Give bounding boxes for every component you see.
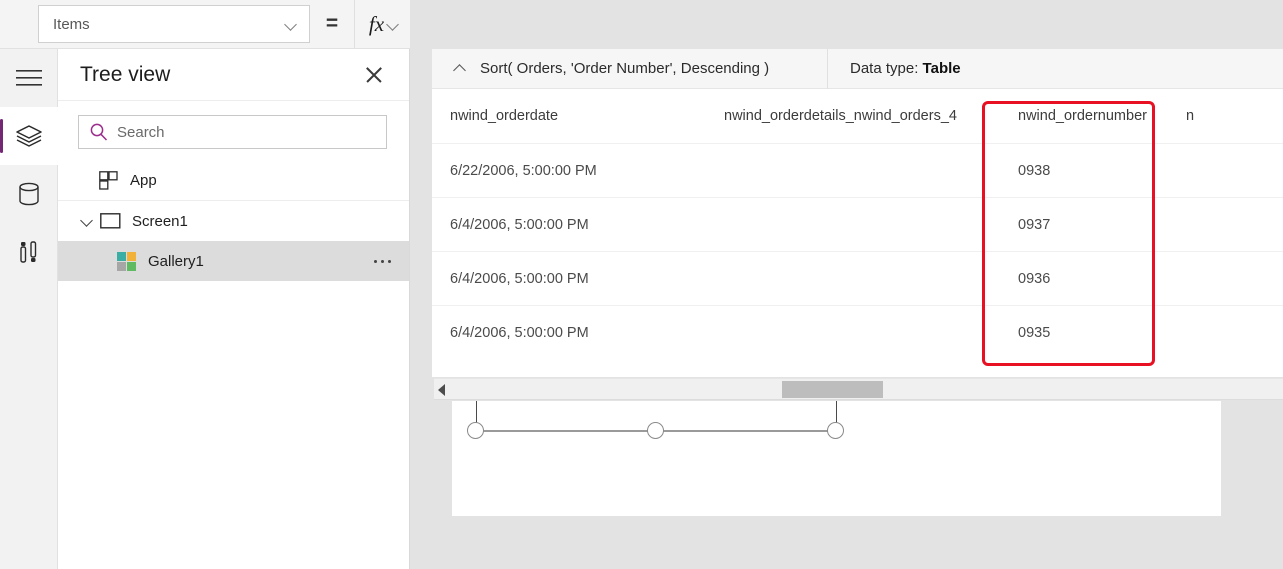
screen-icon	[99, 213, 121, 229]
data-preview-table: nwind_orderdate nwind_orderdetails_nwind…	[432, 89, 1283, 377]
search-box[interactable]: Search	[78, 115, 387, 149]
search-icon	[90, 123, 108, 141]
column-header-ordernumber[interactable]: nwind_ordernumber	[998, 108, 1168, 124]
app-icon	[98, 171, 118, 190]
gallery-icon-tile-1	[116, 251, 126, 261]
screen-icon-wrap	[98, 213, 122, 229]
chevron-down-icon[interactable]	[78, 212, 96, 230]
cell-orderdate: 6/4/2006, 5:00:00 PM	[450, 216, 589, 233]
menu-icon	[16, 70, 42, 86]
insert-icon	[20, 241, 37, 263]
tree-item-screen1[interactable]: Screen1	[58, 201, 409, 241]
column-header-orderdetails[interactable]: nwind_orderdetails_nwind_orders_4	[724, 108, 998, 124]
cell-orderdate: 6/4/2006, 5:00:00 PM	[450, 324, 589, 341]
fx-button[interactable]: fx	[354, 0, 414, 48]
data-type-value: Table	[922, 60, 961, 77]
gallery-icon-tile-4	[126, 261, 136, 271]
cell-ordernumber: 0936	[1018, 270, 1051, 287]
layers-icon	[16, 125, 42, 147]
tree-item-label: Screen1	[132, 212, 188, 230]
sidebar-item-insert[interactable]	[0, 223, 58, 281]
chevron-down-icon	[285, 20, 299, 29]
table-row[interactable]: 6/4/2006, 5:00:00 PM 0935	[432, 305, 1283, 359]
resize-handle-left[interactable]	[467, 422, 484, 439]
app-icon-wrap	[96, 171, 120, 190]
tree-view-title: Tree view	[80, 62, 171, 86]
cell-ordernumber: 0935	[1018, 324, 1051, 341]
formula-summary-bar: Sort( Orders, 'Order Number', Descending…	[432, 48, 1283, 89]
tree-item-gallery1[interactable]: Gallery1	[58, 241, 409, 281]
table-row[interactable]: 6/4/2006, 5:00:00 PM 0936	[432, 251, 1283, 305]
chevron-up-icon[interactable]	[452, 62, 468, 76]
formula-summary-expression: Sort( Orders, 'Order Number', Descending…	[480, 60, 770, 77]
fx-label: fx	[368, 11, 385, 36]
data-type-label: Data type:	[850, 60, 919, 77]
sidebar-item-data[interactable]	[0, 165, 58, 223]
tree-view-header: Tree view	[58, 49, 409, 101]
tree-item-label: Gallery1	[148, 252, 204, 270]
cell-orderdate: 6/22/2006, 5:00:00 PM	[450, 162, 597, 179]
gallery-icon-tile-3	[116, 261, 126, 271]
left-icon-rail	[0, 49, 58, 569]
gallery-icon	[116, 251, 136, 271]
chevron-down-icon	[387, 20, 399, 29]
search-input[interactable]: Search	[117, 124, 165, 141]
table-row[interactable]: 6/4/2006, 5:00:00 PM 0937	[432, 197, 1283, 251]
column-header-partial[interactable]: n	[1168, 108, 1283, 124]
powerapps-studio: Items = fx Sort( Orders, 'Order Number',…	[0, 0, 1283, 569]
tree-item-app[interactable]: App	[58, 161, 409, 201]
tree-item-label: App	[130, 172, 157, 189]
table-row[interactable]: 6/22/2006, 5:00:00 PM 0938	[432, 143, 1283, 197]
left-arrow-icon[interactable]	[438, 384, 445, 396]
column-header-orderdate[interactable]: nwind_orderdate	[432, 108, 724, 124]
horizontal-scrollbar[interactable]	[434, 378, 1283, 400]
equals-sign: =	[325, 12, 339, 35]
sidebar-item-tree-view[interactable]	[0, 107, 58, 165]
cell-ordernumber: 0938	[1018, 162, 1051, 179]
resize-handle-right[interactable]	[827, 422, 844, 439]
cell-orderdate: 6/4/2006, 5:00:00 PM	[450, 270, 589, 287]
menu-button[interactable]	[0, 49, 58, 107]
more-options-icon[interactable]	[365, 259, 399, 263]
property-dropdown[interactable]: Items	[38, 5, 310, 43]
data-type-info: Data type: Table	[828, 60, 961, 77]
property-dropdown-value: Items	[53, 15, 90, 33]
formula-summary-expression-wrap[interactable]: Sort( Orders, 'Order Number', Descending…	[432, 48, 828, 89]
close-icon[interactable]	[361, 62, 387, 88]
gallery-icon-wrap	[114, 251, 138, 271]
tree-view-panel: Tree view Search App Screen1 Gallery1	[58, 49, 410, 569]
table-header-row: nwind_orderdate nwind_orderdetails_nwind…	[432, 89, 1283, 143]
gallery-icon-tile-2	[126, 251, 136, 261]
tree-search-wrap: Search	[58, 101, 409, 161]
cell-ordernumber: 0937	[1018, 216, 1051, 233]
scrollbar-thumb[interactable]	[782, 381, 883, 398]
database-icon	[19, 182, 39, 206]
resize-handle-middle[interactable]	[647, 422, 664, 439]
